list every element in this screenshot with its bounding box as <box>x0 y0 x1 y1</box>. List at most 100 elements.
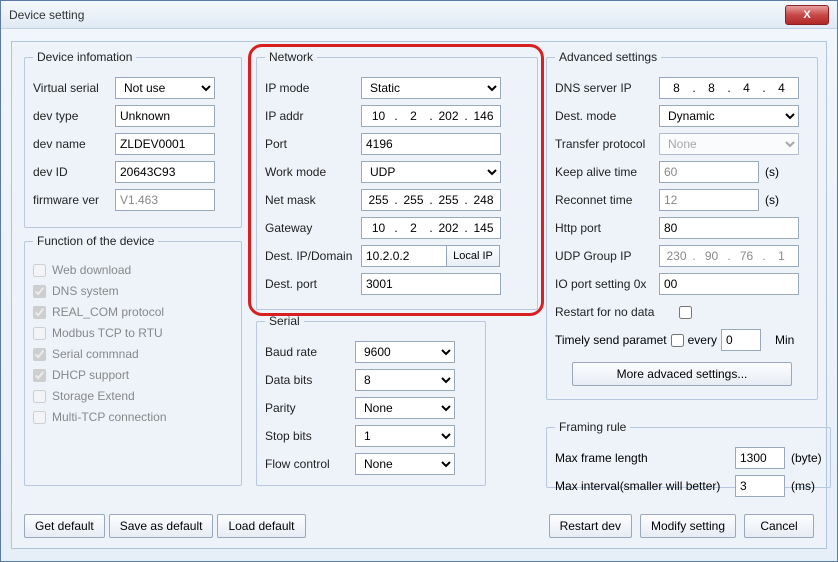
dns-system-check <box>33 285 46 298</box>
work-mode-label: Work mode <box>265 165 361 179</box>
ms-unit: (ms) <box>791 479 815 493</box>
maxframe-input[interactable] <box>735 447 785 469</box>
keepalive-unit: (s) <box>765 165 779 179</box>
serial-legend: Serial <box>265 314 304 328</box>
flow-select[interactable]: None <box>355 453 455 475</box>
dialog-body: Device infomation Virtual serial Not use… <box>11 41 827 549</box>
every-label: every <box>688 333 717 347</box>
gateway-input[interactable]: 10. 2. 202. 145 <box>361 217 501 239</box>
dns-label: DNS server IP <box>555 81 659 95</box>
gateway-label: Gateway <box>265 221 361 235</box>
restart-dev-button[interactable]: Restart dev <box>549 514 632 538</box>
get-default-button[interactable]: Get default <box>24 514 105 538</box>
virtual-serial-label: Virtual serial <box>33 81 115 95</box>
transfer-label: Transfer protocol <box>555 137 659 151</box>
parity-label: Parity <box>265 401 355 415</box>
restart-check[interactable] <box>679 306 692 319</box>
maxinterval-label: Max interval(smaller will better) <box>555 479 735 493</box>
databits-label: Data bits <box>265 373 355 387</box>
firmware-label: firmware ver <box>33 193 115 207</box>
timely-check[interactable] <box>671 334 684 347</box>
destmode-label: Dest. mode <box>555 109 659 123</box>
stopbits-select[interactable]: 1 <box>355 425 455 447</box>
keepalive-label: Keep alive time <box>555 165 659 179</box>
port-input[interactable] <box>361 133 501 155</box>
databits-select[interactable]: 8 <box>355 369 455 391</box>
serial-group: Serial Baud rate9600 Data bits8 ParityNo… <box>256 314 486 486</box>
dev-name-input[interactable] <box>115 133 215 155</box>
flow-label: Flow control <box>265 457 355 471</box>
multitcp-check <box>33 411 46 424</box>
keepalive-input <box>659 161 759 183</box>
transfer-select: None <box>659 133 799 155</box>
titlebar: Device setting X <box>1 1 837 29</box>
advanced-legend: Advanced settings <box>555 50 661 64</box>
local-ip-button[interactable]: Local IP <box>446 245 500 267</box>
window-title: Device setting <box>9 8 84 22</box>
ioport-input[interactable] <box>659 273 799 295</box>
restart-label: Restart for no data <box>555 305 679 319</box>
udpgroup-label: UDP Group IP <box>555 249 659 263</box>
stopbits-label: Stop bits <box>265 429 355 443</box>
udpgroup-input: 230. 90. 76. 1 <box>659 245 799 267</box>
dest-port-input[interactable] <box>361 273 501 295</box>
network-group: Network IP mode Static IP addr 10. 2. 20… <box>256 50 538 310</box>
maxinterval-input[interactable] <box>735 475 785 497</box>
ip-addr-label: IP addr <box>265 109 361 123</box>
netmask-input[interactable]: 255. 255. 255. 248 <box>361 189 501 211</box>
more-advanced-button[interactable]: More advaced settings... <box>572 362 792 386</box>
port-label: Port <box>265 137 361 151</box>
ip-addr-input[interactable]: 10. 2. 202. 146 <box>361 105 501 127</box>
timely-value-input[interactable] <box>721 329 761 351</box>
function-group: Function of the device Web download DNS … <box>24 234 242 486</box>
function-legend: Function of the device <box>33 234 158 248</box>
framing-group: Framing rule Max frame length (byte) Max… <box>546 420 831 488</box>
byte-unit: (byte) <box>791 451 822 465</box>
close-button[interactable]: X <box>785 5 829 25</box>
reconnect-input <box>659 189 759 211</box>
ip-mode-select[interactable]: Static <box>361 77 501 99</box>
http-input[interactable] <box>659 217 799 239</box>
reconnect-unit: (s) <box>765 193 779 207</box>
timely-label: Timely send paramet <box>555 333 667 347</box>
netmask-label: Net mask <box>265 193 361 207</box>
dev-id-label: dev ID <box>33 165 115 179</box>
baud-select[interactable]: 9600 <box>355 341 455 363</box>
dest-ip-label: Dest. IP/Domain <box>265 249 361 263</box>
framing-legend: Framing rule <box>555 420 630 434</box>
save-default-button[interactable]: Save as default <box>109 514 214 538</box>
min-label: Min <box>775 333 794 347</box>
device-info-legend: Device infomation <box>33 50 136 64</box>
dev-type-label: dev type <box>33 109 115 123</box>
storage-check <box>33 390 46 403</box>
baud-label: Baud rate <box>265 345 355 359</box>
web-download-check <box>33 264 46 277</box>
ip-mode-label: IP mode <box>265 81 361 95</box>
dhcp-check <box>33 369 46 382</box>
modify-setting-button[interactable]: Modify setting <box>640 514 736 538</box>
ioport-label: IO port setting 0x <box>555 277 659 291</box>
device-setting-window: Device setting X Device infomation Virtu… <box>0 0 838 562</box>
cancel-button[interactable]: Cancel <box>744 514 814 538</box>
firmware-input <box>115 189 215 211</box>
work-mode-select[interactable]: UDP <box>361 161 501 183</box>
dest-port-label: Dest. port <box>265 277 361 291</box>
dest-ip-input[interactable] <box>361 245 447 267</box>
dev-name-label: dev name <box>33 137 115 151</box>
http-label: Http port <box>555 221 659 235</box>
virtual-serial-select[interactable]: Not use <box>115 77 215 99</box>
dns-ip-input[interactable]: 8. 8. 4. 4 <box>659 77 799 99</box>
advanced-group: Advanced settings DNS server IP 8. 8. 4.… <box>546 50 818 400</box>
device-info-group: Device infomation Virtual serial Not use… <box>24 50 242 228</box>
serialcmd-check <box>33 348 46 361</box>
maxframe-label: Max frame length <box>555 451 735 465</box>
load-default-button[interactable]: Load default <box>217 514 305 538</box>
parity-select[interactable]: None <box>355 397 455 419</box>
modbus-check <box>33 327 46 340</box>
network-legend: Network <box>265 50 317 64</box>
dev-type-input[interactable] <box>115 105 215 127</box>
realcom-check <box>33 306 46 319</box>
reconnect-label: Reconnet time <box>555 193 659 207</box>
dev-id-input[interactable] <box>115 161 215 183</box>
destmode-select[interactable]: Dynamic <box>659 105 799 127</box>
